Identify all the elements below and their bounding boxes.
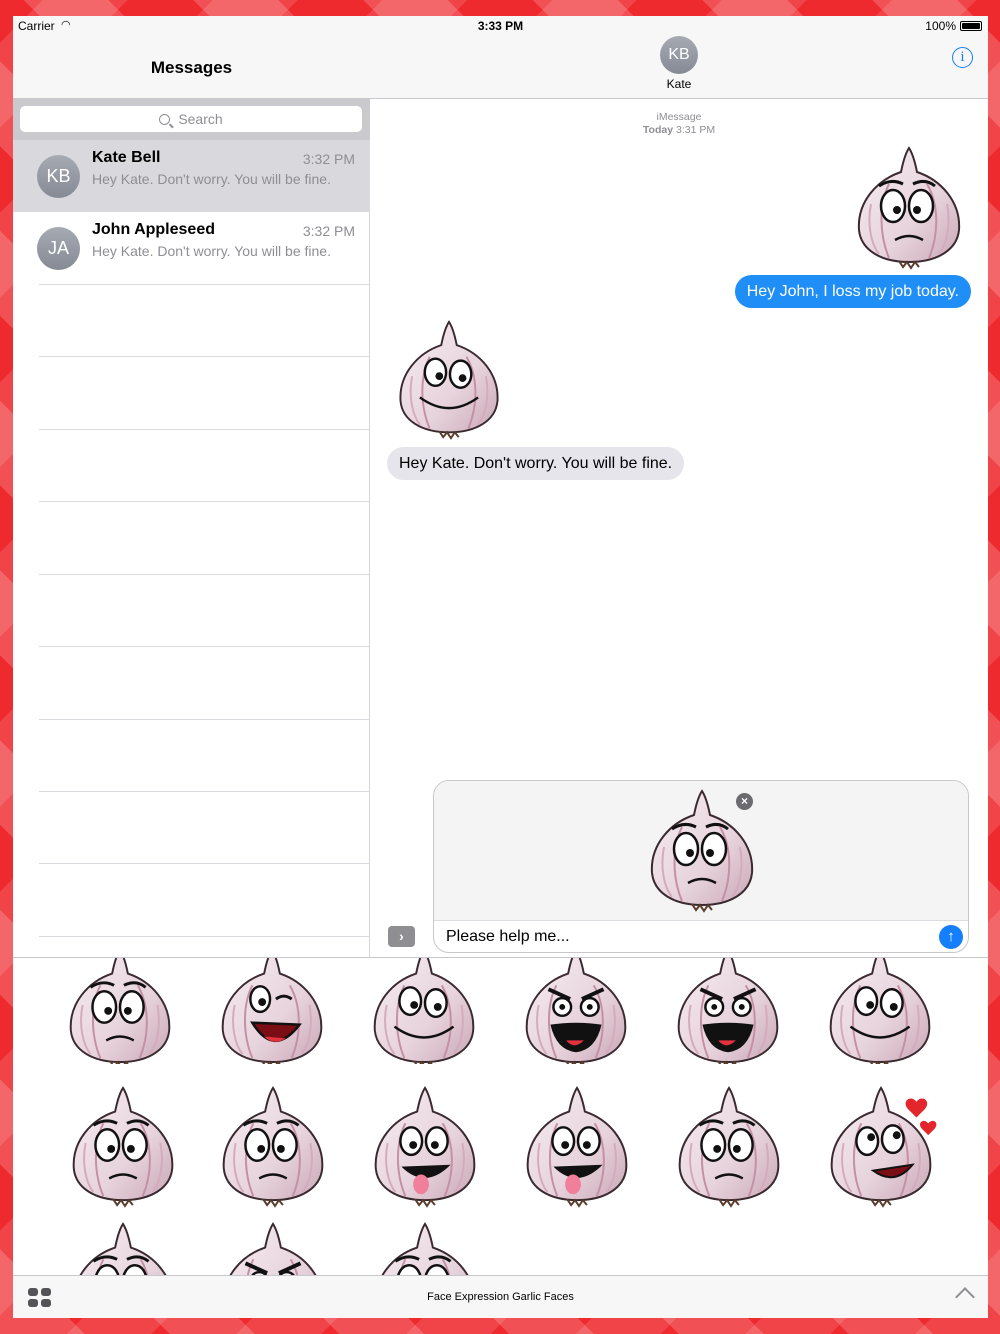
row-separator [39, 574, 370, 575]
send-button[interactable]: ↑ [939, 925, 963, 949]
message-input[interactable]: Please help me... [446, 928, 570, 946]
status-bar: Carrier ◠ 3:33 PM 100% [13, 16, 988, 36]
search-input[interactable]: Search [20, 106, 362, 132]
sticker-garlic-wink[interactable] [361, 957, 487, 1064]
sticker-pack-title: Face Expression Garlic Faces [427, 1291, 574, 1303]
service-label: iMessage [656, 111, 702, 123]
sticker-garlic-in-love[interactable] [819, 1084, 943, 1208]
battery-icon [960, 21, 982, 31]
message-timestamp: iMessage Today 3:31 PM [370, 111, 988, 137]
row-separator [39, 356, 370, 357]
timestamp-time: 3:31 PM [675, 124, 716, 136]
sticker-garlic-smiling[interactable] [387, 318, 511, 442]
conversation-name: Kate Bell [92, 149, 161, 166]
contact-avatar[interactable]: KB [660, 36, 698, 74]
conversation-time: 3:32 PM [302, 151, 355, 167]
message-composer: × Please help me... ↑ [433, 780, 969, 953]
ipad-screen: Messages Search KB Kate Bell 3:32 PM Hey… [13, 16, 988, 1318]
conversation-row-john-appleseed[interactable]: JA John Appleseed 3:32 PM Hey Kate. Don'… [13, 212, 370, 284]
avatar: KB [37, 155, 80, 198]
conversation-time: 3:32 PM [302, 223, 355, 239]
row-separator [39, 936, 370, 937]
search-placeholder: Search [178, 111, 223, 127]
row-separator [39, 719, 370, 720]
sticker-garlic-grumpy[interactable] [211, 1220, 335, 1277]
row-separator [39, 863, 370, 864]
sticker-garlic-angry-shout[interactable] [513, 957, 639, 1064]
sticker-garlic-frowning[interactable] [211, 1084, 335, 1208]
sticker-garlic-laughing-wink[interactable] [209, 957, 335, 1064]
sticker-garlic-skeptical[interactable] [363, 1220, 487, 1277]
sticker-garlic-silly-tongue[interactable] [363, 1084, 487, 1208]
battery-percent: 100% [925, 19, 956, 33]
row-separator [39, 284, 370, 285]
sticker-garlic-brow-raised[interactable] [63, 1220, 183, 1277]
sticker-drawer [13, 957, 988, 1277]
conversation-name: John Appleseed [92, 221, 215, 238]
sticker-garlic-sad[interactable] [667, 1084, 791, 1208]
outgoing-message-bubble[interactable]: Hey John, I loss my job today. [734, 275, 971, 308]
sticker-garlic-surprised[interactable] [63, 1084, 183, 1208]
conversation-row-kate-bell[interactable]: KB Kate Bell 3:32 PM Hey Kate. Don't wor… [13, 140, 370, 212]
remove-attachment-icon[interactable]: × [736, 793, 753, 810]
conversation-preview: Hey Kate. Don't worry. You will be fine. [92, 171, 331, 187]
sticker-garlic-smiling[interactable] [817, 957, 943, 1064]
avatar: JA [37, 227, 80, 270]
sticker-garlic-happy-tongue[interactable] [515, 1084, 639, 1208]
sticker-garlic-shocked[interactable] [665, 957, 791, 1064]
timestamp-day: Today [642, 124, 674, 136]
row-separator [39, 501, 370, 502]
contact-name[interactable]: Kate [370, 77, 988, 91]
status-time: 3:33 PM [477, 19, 524, 33]
expand-apps-button[interactable]: › [388, 926, 415, 947]
search-icon [159, 114, 171, 125]
row-separator [39, 646, 370, 647]
sticker-garlic-nervous[interactable] [57, 957, 183, 1064]
row-separator [39, 791, 370, 792]
attachment-preview: × [434, 781, 968, 921]
search-bar-container: Search [13, 99, 370, 140]
app-drawer-bar: Face Expression Garlic Faces [13, 1275, 988, 1318]
incoming-message-bubble[interactable]: Hey Kate. Don't worry. You will be fine. [387, 447, 685, 480]
row-separator [39, 429, 370, 430]
conversation-list-pane: Messages Search KB Kate Bell 3:32 PM Hey… [13, 16, 370, 957]
info-button[interactable]: i [952, 47, 973, 68]
sticker-garlic-worried[interactable] [845, 144, 973, 272]
messages-title: Messages [150, 58, 233, 77]
conversation-preview: Hey Kate. Don't worry. You will be fine. [92, 243, 331, 259]
